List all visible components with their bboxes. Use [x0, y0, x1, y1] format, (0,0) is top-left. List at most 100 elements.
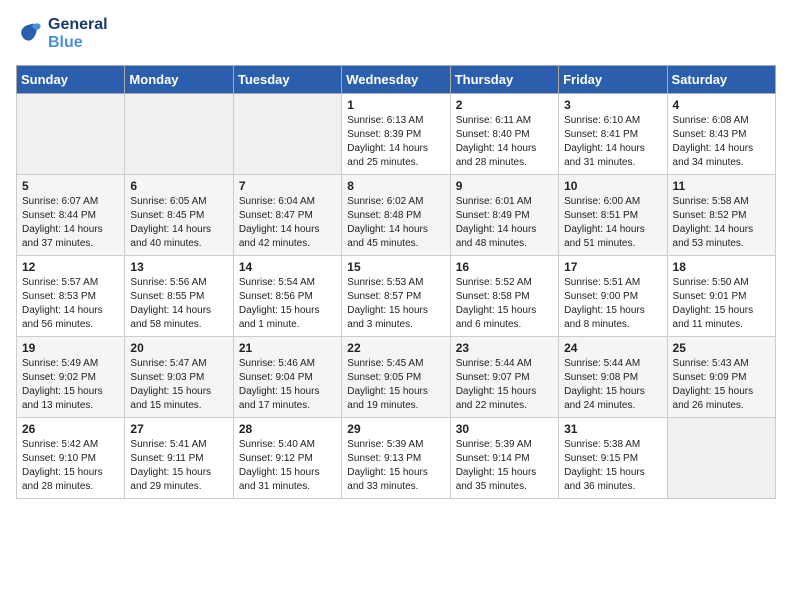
calendar-cell: 20 Sunrise: 5:47 AM Sunset: 9:03 PM Dayli… — [125, 336, 233, 417]
day-info: Sunrise: 5:50 AM Sunset: 9:01 PM Dayligh… — [673, 276, 770, 332]
day-info: Sunrise: 5:42 AM Sunset: 9:10 PM Dayligh… — [22, 438, 119, 494]
calendar-header: SundayMondayTuesdayWednesdayThursdayFrid… — [17, 65, 776, 93]
day-number: 10 — [564, 179, 661, 193]
calendar-week-row: 1Sunrise: 6:13 AM Sunset: 8:39 PM Daylig… — [17, 93, 776, 174]
calendar-cell: 21 Sunrise: 5:46 AM Sunset: 9:04 PM Dayli… — [233, 336, 341, 417]
day-number: 8 — [347, 179, 444, 193]
calendar-week-row: 12Sunrise: 5:57 AM Sunset: 8:53 PM Dayli… — [17, 255, 776, 336]
calendar-cell: 1Sunrise: 6:13 AM Sunset: 8:39 PM Daylig… — [342, 93, 450, 174]
day-info: Sunrise: 5:41 AM Sunset: 9:11 PM Dayligh… — [130, 438, 227, 494]
weekday-header-saturday: Saturday — [667, 65, 775, 93]
calendar-cell: 5Sunrise: 6:07 AM Sunset: 8:44 PM Daylig… — [17, 174, 125, 255]
calendar-cell: 17Sunrise: 5:51 AM Sunset: 9:00 PM Dayli… — [559, 255, 667, 336]
calendar-table: SundayMondayTuesdayWednesdayThursdayFrid… — [16, 65, 776, 499]
calendar-cell: 11Sunrise: 5:58 AM Sunset: 8:52 PM Dayli… — [667, 174, 775, 255]
calendar-body: 1Sunrise: 6:13 AM Sunset: 8:39 PM Daylig… — [17, 93, 776, 498]
calendar-week-row: 19Sunrise: 5:49 AM Sunset: 9:02 PM Dayli… — [17, 336, 776, 417]
logo: General Blue — [16, 16, 108, 53]
calendar-cell: 31Sunrise: 5:38 AM Sunset: 9:15 PM Dayli… — [559, 417, 667, 498]
day-number: 17 — [564, 260, 661, 274]
day-number: 27 — [130, 422, 227, 436]
day-info: Sunrise: 5:57 AM Sunset: 8:53 PM Dayligh… — [22, 276, 119, 332]
weekday-header-tuesday: Tuesday — [233, 65, 341, 93]
calendar-cell: 22 Sunrise: 5:45 AM Sunset: 9:05 PM Dayli… — [342, 336, 450, 417]
logo-icon — [16, 20, 44, 48]
calendar-cell: 25Sunrise: 5:43 AM Sunset: 9:09 PM Dayli… — [667, 336, 775, 417]
calendar-cell: 3 Sunrise: 6:10 AM Sunset: 8:41 PM Daylig… — [559, 93, 667, 174]
calendar-cell: 15 Sunrise: 5:53 AM Sunset: 8:57 PM Dayli… — [342, 255, 450, 336]
day-info: Sunrise: 5:43 AM Sunset: 9:09 PM Dayligh… — [673, 357, 770, 413]
day-number: 18 — [673, 260, 770, 274]
day-info: Sunrise: 5:52 AM Sunset: 8:58 PM Dayligh… — [456, 276, 553, 332]
calendar-cell: 27 Sunrise: 5:41 AM Sunset: 9:11 PM Dayli… — [125, 417, 233, 498]
calendar-cell: 8Sunrise: 6:02 AM Sunset: 8:48 PM Daylig… — [342, 174, 450, 255]
day-number: 1 — [347, 98, 444, 112]
logo-text: General Blue — [48, 16, 108, 53]
day-number: 4 — [673, 98, 770, 112]
calendar-cell: 16 Sunrise: 5:52 AM Sunset: 8:58 PM Dayli… — [450, 255, 558, 336]
day-number: 30 — [456, 422, 553, 436]
day-number: 29 — [347, 422, 444, 436]
day-info: Sunrise: 5:39 AM Sunset: 9:13 PM Dayligh… — [347, 438, 444, 494]
day-number: 3 — [564, 98, 661, 112]
weekday-header-thursday: Thursday — [450, 65, 558, 93]
calendar-week-row: 5Sunrise: 6:07 AM Sunset: 8:44 PM Daylig… — [17, 174, 776, 255]
calendar-cell: 10 Sunrise: 6:00 AM Sunset: 8:51 PM Dayli… — [559, 174, 667, 255]
day-number: 9 — [456, 179, 553, 193]
day-info: Sunrise: 5:40 AM Sunset: 9:12 PM Dayligh… — [239, 438, 336, 494]
day-number: 6 — [130, 179, 227, 193]
day-info: Sunrise: 6:10 AM Sunset: 8:41 PM Dayligh… — [564, 114, 661, 170]
day-number: 15 — [347, 260, 444, 274]
day-number: 16 — [456, 260, 553, 274]
calendar-cell: 29 Sunrise: 5:39 AM Sunset: 9:13 PM Dayli… — [342, 417, 450, 498]
day-info: Sunrise: 5:45 AM Sunset: 9:05 PM Dayligh… — [347, 357, 444, 413]
weekday-header-row: SundayMondayTuesdayWednesdayThursdayFrid… — [17, 65, 776, 93]
calendar-cell: 6Sunrise: 6:05 AM Sunset: 8:45 PM Daylig… — [125, 174, 233, 255]
calendar-cell: 24Sunrise: 5:44 AM Sunset: 9:08 PM Dayli… — [559, 336, 667, 417]
day-number: 2 — [456, 98, 553, 112]
weekday-header-wednesday: Wednesday — [342, 65, 450, 93]
day-info: Sunrise: 5:58 AM Sunset: 8:52 PM Dayligh… — [673, 195, 770, 251]
day-info: Sunrise: 5:44 AM Sunset: 9:07 PM Dayligh… — [456, 357, 553, 413]
calendar-cell: 19Sunrise: 5:49 AM Sunset: 9:02 PM Dayli… — [17, 336, 125, 417]
calendar-cell: 26 Sunrise: 5:42 AM Sunset: 9:10 PM Dayli… — [17, 417, 125, 498]
day-number: 7 — [239, 179, 336, 193]
calendar-cell: 23 Sunrise: 5:44 AM Sunset: 9:07 PM Dayli… — [450, 336, 558, 417]
calendar-cell: 30Sunrise: 5:39 AM Sunset: 9:14 PM Dayli… — [450, 417, 558, 498]
day-number: 14 — [239, 260, 336, 274]
day-number: 28 — [239, 422, 336, 436]
day-info: Sunrise: 6:08 AM Sunset: 8:43 PM Dayligh… — [673, 114, 770, 170]
day-info: Sunrise: 6:00 AM Sunset: 8:51 PM Dayligh… — [564, 195, 661, 251]
day-number: 21 — [239, 341, 336, 355]
calendar-cell: 2 Sunrise: 6:11 AM Sunset: 8:40 PM Daylig… — [450, 93, 558, 174]
day-info: Sunrise: 5:54 AM Sunset: 8:56 PM Dayligh… — [239, 276, 336, 332]
calendar-cell: 13Sunrise: 5:56 AM Sunset: 8:55 PM Dayli… — [125, 255, 233, 336]
calendar-cell — [667, 417, 775, 498]
day-info: Sunrise: 6:07 AM Sunset: 8:44 PM Dayligh… — [22, 195, 119, 251]
day-info: Sunrise: 6:01 AM Sunset: 8:49 PM Dayligh… — [456, 195, 553, 251]
calendar-cell: 14 Sunrise: 5:54 AM Sunset: 8:56 PM Dayli… — [233, 255, 341, 336]
day-number: 23 — [456, 341, 553, 355]
day-number: 24 — [564, 341, 661, 355]
day-info: Sunrise: 6:04 AM Sunset: 8:47 PM Dayligh… — [239, 195, 336, 251]
day-info: Sunrise: 6:11 AM Sunset: 8:40 PM Dayligh… — [456, 114, 553, 170]
calendar-cell: 7 Sunrise: 6:04 AM Sunset: 8:47 PM Daylig… — [233, 174, 341, 255]
calendar-cell — [17, 93, 125, 174]
day-info: Sunrise: 5:46 AM Sunset: 9:04 PM Dayligh… — [239, 357, 336, 413]
day-info: Sunrise: 5:47 AM Sunset: 9:03 PM Dayligh… — [130, 357, 227, 413]
calendar-cell: 4 Sunrise: 6:08 AM Sunset: 8:43 PM Daylig… — [667, 93, 775, 174]
day-number: 31 — [564, 422, 661, 436]
day-number: 20 — [130, 341, 227, 355]
day-info: Sunrise: 5:53 AM Sunset: 8:57 PM Dayligh… — [347, 276, 444, 332]
weekday-header-monday: Monday — [125, 65, 233, 93]
calendar-cell: 28 Sunrise: 5:40 AM Sunset: 9:12 PM Dayli… — [233, 417, 341, 498]
day-number: 22 — [347, 341, 444, 355]
header: General Blue — [16, 16, 776, 53]
day-number: 26 — [22, 422, 119, 436]
calendar-cell: 9 Sunrise: 6:01 AM Sunset: 8:49 PM Daylig… — [450, 174, 558, 255]
weekday-header-sunday: Sunday — [17, 65, 125, 93]
calendar-cell: 18 Sunrise: 5:50 AM Sunset: 9:01 PM Dayli… — [667, 255, 775, 336]
day-number: 13 — [130, 260, 227, 274]
calendar-cell — [233, 93, 341, 174]
weekday-header-friday: Friday — [559, 65, 667, 93]
